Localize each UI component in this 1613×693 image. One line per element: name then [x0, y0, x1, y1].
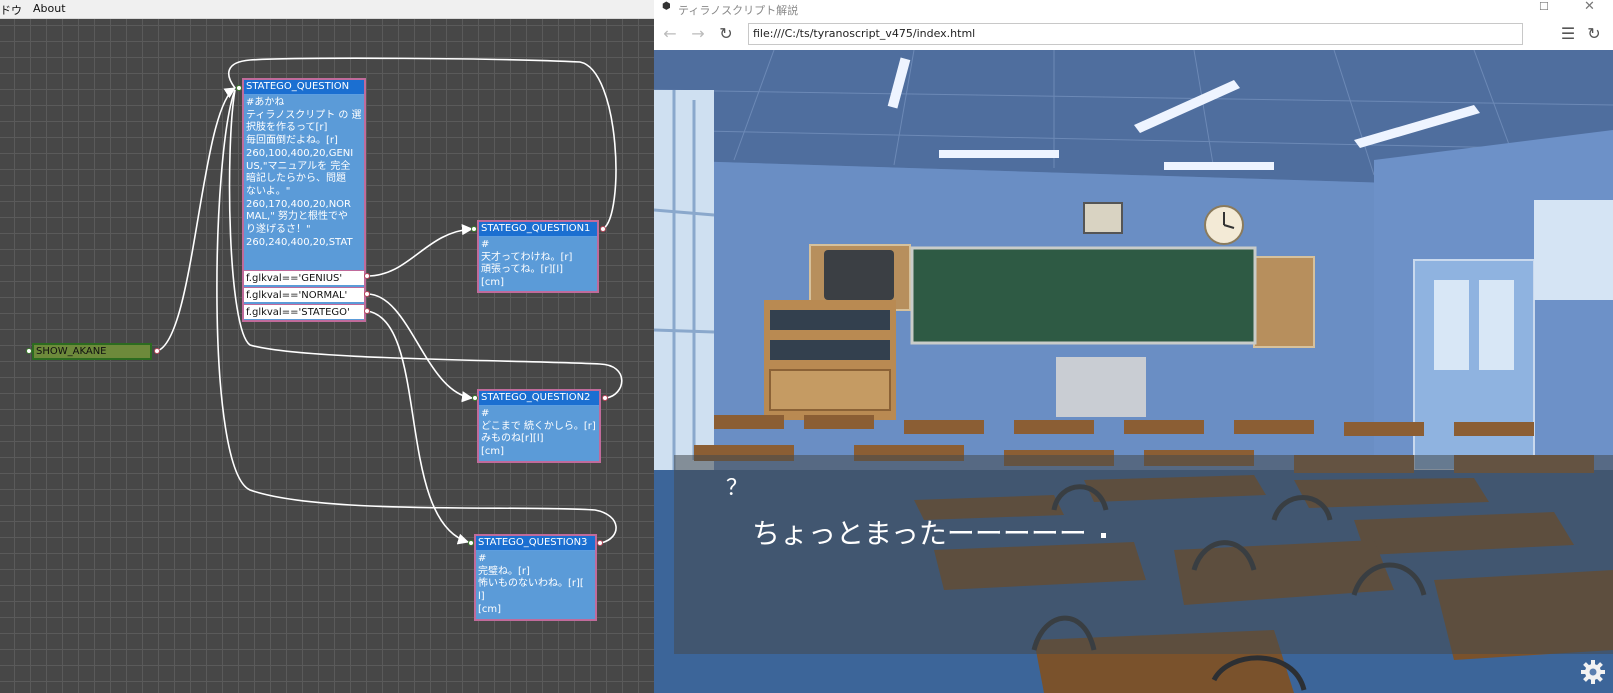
node-stategoquestion-body: #あかね ティラノスクリプト の 選 択肢を作るって[r] 毎回面倒だよね。[r…: [244, 95, 364, 273]
close-icon[interactable]: ✕: [1584, 0, 1595, 14]
script-line: 完璧ね。[r]: [478, 565, 530, 577]
q1-output-port[interactable]: [600, 226, 606, 232]
show-akane-output-port[interactable]: [154, 348, 160, 354]
condition-genius[interactable]: f.glkval=='GENIUS': [244, 270, 364, 285]
browser-titlebar: ⬢ ティラノスクリプト解説 ☐ ✕: [654, 0, 1613, 18]
node-stategoquestion2[interactable]: STATEGO_QUESTION2 # どこまで 続くかしら。[r] みものね[…: [477, 389, 601, 463]
script-line: l]: [478, 591, 485, 603]
window-title: ティラノスクリプト解説: [678, 4, 799, 17]
script-line: 暗記したらから、問題: [246, 173, 346, 185]
script-line: 択肢を作るって[r]: [246, 122, 328, 134]
q3-output-port[interactable]: [597, 540, 603, 546]
script-line: US,"マニュアルを 完全: [246, 160, 351, 172]
script-line: [cm]: [481, 446, 505, 458]
wire-show-to-question: [156, 87, 236, 352]
script-line: 怖いものないわね。[r][: [478, 578, 584, 590]
gear-icon[interactable]: [1580, 659, 1606, 685]
back-icon[interactable]: ←: [660, 24, 680, 44]
q1-input-port[interactable]: [471, 226, 477, 232]
script-line: り遂げるさ！": [246, 224, 311, 236]
scenario-editor: ドウ About SHOW_AKANE STATEGO_QUESTION #あか…: [0, 0, 654, 693]
condition-statego[interactable]: f.glkval=='STATEGO': [244, 304, 364, 319]
node-show-akane[interactable]: SHOW_AKANE: [32, 343, 152, 360]
forward-icon[interactable]: →: [688, 24, 708, 44]
condition-normal[interactable]: f.glkval=='NORMAL': [244, 287, 364, 302]
script-line: みものね[r][l]: [481, 433, 544, 445]
wire-normal-to-q2: [366, 293, 474, 403]
script-line: 260,240,400,20,STAT: [246, 236, 353, 248]
node-stategoquestion1[interactable]: STATEGO_QUESTION1 # 天才ってわけね。[r] 頑張ってね。[r…: [477, 220, 599, 293]
script-line: ティラノスクリプト の 選: [246, 109, 362, 121]
question-input-port[interactable]: [236, 85, 242, 91]
script-line: #: [481, 239, 490, 250]
q2-input-port[interactable]: [472, 395, 478, 401]
node-stategoquestion3-title: STATEGO_QUESTION3: [476, 536, 595, 551]
node-stategoquestion1-title: STATEGO_QUESTION1: [479, 222, 597, 237]
script-line: どこまで 続くかしら。[r]: [481, 420, 596, 432]
node-stategoquestion-title: STATEGO_QUESTION: [244, 80, 364, 95]
script-line: MAL," 努力と根性でや: [246, 211, 348, 223]
node-stategoquestion1-body: # 天才ってわけね。[r] 頑張ってね。[r][l] [cm]: [479, 237, 597, 292]
script-line: 260,170,400,20,NOR: [246, 198, 351, 210]
script-line: #: [478, 553, 487, 564]
reload-icon[interactable]: ↻: [716, 24, 736, 44]
q2-output-port[interactable]: [602, 395, 608, 401]
script-line: 毎回面倒だよね。[r]: [246, 135, 338, 147]
node-show-akane-title: SHOW_AKANE: [36, 346, 107, 357]
menu-icon[interactable]: ☰: [1558, 24, 1578, 44]
node-stategoquestion2-body: # どこまで 続くかしら。[r] みものね[r][l] [cm]: [479, 406, 599, 461]
script-line: [cm]: [478, 603, 502, 615]
node-stategoquestion2-title: STATEGO_QUESTION2: [479, 391, 599, 406]
message-text-content: ちょっとまったーーーーー: [752, 517, 1087, 550]
next-indicator-icon: [1100, 532, 1106, 538]
browser-toolbar: ← → ↻ file:///C:/ts/tyranoscript_v475/in…: [654, 18, 1613, 50]
node-stategoquestion[interactable]: STATEGO_QUESTION #あかね ティラノスクリプト の 選 択肢を作…: [242, 78, 366, 322]
message-window[interactable]: ？ ちょっとまったーーーーー: [674, 455, 1613, 654]
statego-output-port[interactable]: [364, 308, 370, 314]
script-line: [cm]: [481, 277, 505, 289]
app-icon: ⬢: [662, 1, 671, 12]
node-stategoquestion3-body: # 完璧ね。[r] 怖いものないわね。[r][ l] [cm]: [476, 551, 595, 619]
genius-output-port[interactable]: [364, 273, 370, 279]
script-line: #: [481, 408, 490, 419]
script-line: #あかね: [246, 97, 285, 108]
address-bar[interactable]: file:///C:/ts/tyranoscript_v475/index.ht…: [748, 23, 1523, 45]
normal-output-port[interactable]: [364, 291, 370, 297]
browser-window: ⬢ ティラノスクリプト解説 ☐ ✕ ← → ↻ file:///C:/ts/ty…: [654, 0, 1613, 693]
script-line: 天才ってわけね。[r]: [481, 251, 573, 263]
node-stategoquestion3[interactable]: STATEGO_QUESTION3 # 完璧ね。[r] 怖いものないわね。[r]…: [474, 534, 597, 621]
q3-input-port[interactable]: [468, 540, 474, 546]
message-text: ちょっとまったーーーーー: [752, 512, 1106, 552]
maximize-icon[interactable]: ☐: [1539, 0, 1549, 13]
game-viewport[interactable]: ？ ちょっとまったーーーーー: [654, 50, 1613, 693]
script-line: ないよ。": [246, 185, 291, 197]
show-akane-input-port[interactable]: [26, 348, 32, 354]
script-line: 260,100,400,20,GENI: [246, 147, 354, 159]
wire-genius-to-q1: [366, 224, 474, 277]
script-line: 頑張ってね。[r][l]: [481, 264, 563, 276]
speaker-name: ？: [726, 476, 749, 501]
reload-icon-secondary[interactable]: ↻: [1584, 24, 1604, 44]
